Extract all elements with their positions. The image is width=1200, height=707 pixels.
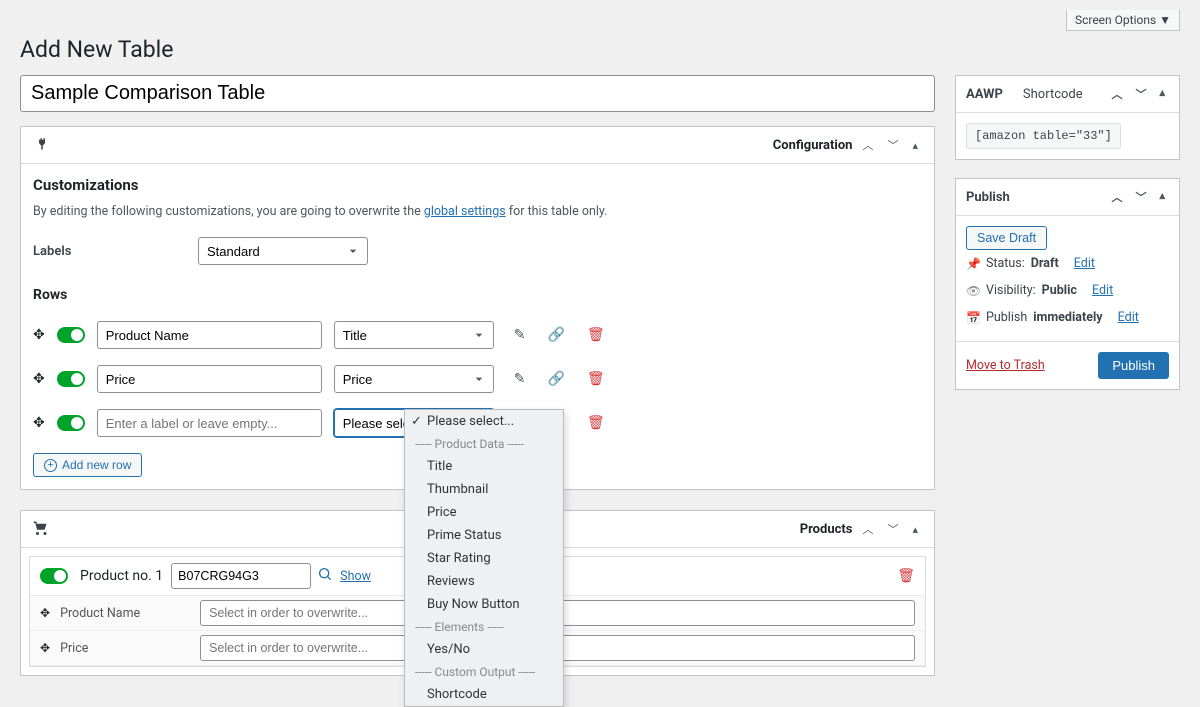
- dropdown-option[interactable]: Star Rating: [405, 547, 563, 570]
- drag-handle-icon[interactable]: ✥: [33, 327, 45, 343]
- dropdown-option[interactable]: Prime Status: [405, 524, 563, 547]
- toggle-panel-icon[interactable]: ▴: [1155, 84, 1169, 104]
- link-icon[interactable]: 🔗: [547, 371, 564, 387]
- add-row-button[interactable]: + Add new row: [33, 453, 142, 477]
- edit-status-link[interactable]: Edit: [1074, 256, 1095, 271]
- edit-schedule-link[interactable]: Edit: [1118, 310, 1139, 325]
- save-draft-button[interactable]: Save Draft: [966, 226, 1047, 250]
- table-title-input[interactable]: [20, 75, 935, 112]
- edit-visibility-link[interactable]: Edit: [1092, 283, 1113, 298]
- configuration-panel: Configuration ︿ ﹀ ▴ Customizations By ed…: [20, 126, 935, 490]
- toggle-panel-icon[interactable]: ▴: [908, 521, 922, 538]
- dropdown-option[interactable]: Buy Now Button: [405, 593, 563, 616]
- publish-panel: Publish ︿ ﹀ ▴ Save Draft 📌 Status: Draft…: [955, 178, 1180, 390]
- customizations-title: Customizations: [33, 176, 922, 194]
- dropdown-group: ----- Elements -----: [405, 616, 563, 638]
- row-toggle[interactable]: [57, 371, 85, 387]
- asin-input[interactable]: [171, 563, 311, 589]
- calendar-icon: 📅: [966, 311, 980, 325]
- drag-handle-icon[interactable]: ✥: [40, 641, 50, 655]
- chevron-up-icon[interactable]: ︿: [1107, 187, 1126, 207]
- pin-icon: 📌: [966, 257, 980, 271]
- row-toggle[interactable]: [57, 415, 85, 431]
- dropdown-option[interactable]: Title: [405, 455, 563, 478]
- trash-icon[interactable]: 🗑: [587, 415, 605, 431]
- drag-handle-icon[interactable]: ✥: [33, 371, 45, 387]
- publish-button[interactable]: Publish: [1098, 352, 1169, 379]
- chevron-down-icon[interactable]: ﹀: [883, 519, 902, 539]
- configuration-header: Configuration: [773, 138, 853, 153]
- shortcode-tab[interactable]: Shortcode: [1023, 87, 1083, 102]
- trash-icon[interactable]: 🗑: [587, 371, 605, 387]
- row-label-input[interactable]: [97, 365, 322, 393]
- row-label-input[interactable]: [97, 321, 322, 349]
- labels-select[interactable]: Standard: [198, 237, 368, 265]
- row-type-select[interactable]: Price: [334, 365, 494, 393]
- page-title: Add New Table: [20, 36, 1180, 63]
- edit-icon[interactable]: ✎: [514, 371, 526, 387]
- chevron-up-icon[interactable]: ︿: [858, 135, 877, 155]
- chevron-down-icon[interactable]: ﹀: [883, 135, 902, 155]
- row-item: ✥ Title ✎ 🔗 🗑: [33, 321, 922, 349]
- cart-icon: [33, 520, 48, 539]
- trash-icon[interactable]: 🗑: [587, 327, 605, 343]
- product-toggle[interactable]: [40, 568, 68, 584]
- dropdown-group: ----- Product Data -----: [405, 433, 563, 455]
- plus-icon: +: [44, 459, 57, 472]
- customizations-desc: By editing the following customizations,…: [33, 204, 922, 219]
- dropdown-option[interactable]: Price: [405, 501, 563, 524]
- plug-icon: [33, 136, 48, 155]
- link-icon[interactable]: 🔗: [547, 327, 564, 343]
- shortcode-display[interactable]: [amazon table="33"]: [966, 123, 1121, 149]
- chevron-up-icon[interactable]: ︿: [1107, 84, 1126, 104]
- show-link[interactable]: Show: [340, 569, 371, 584]
- row-type-select[interactable]: Title: [334, 321, 494, 349]
- row-item: ✥ Price ✎ 🔗 🗑: [33, 365, 922, 393]
- chevron-down-icon[interactable]: ﹀: [1131, 187, 1150, 207]
- search-icon[interactable]: [319, 568, 332, 585]
- drag-handle-icon[interactable]: ✥: [40, 606, 50, 620]
- screen-options-toggle[interactable]: Screen Options ▼: [1066, 10, 1180, 31]
- row-type-dropdown[interactable]: Please select... ----- Product Data ----…: [404, 409, 564, 707]
- labels-label: Labels: [33, 244, 198, 259]
- aawp-panel: AAWP Shortcode ︿ ﹀ ▴ [amazon table="33"]: [955, 75, 1180, 160]
- eye-icon: 👁: [966, 284, 980, 298]
- chevron-down-icon[interactable]: ﹀: [1131, 84, 1150, 104]
- dropdown-option[interactable]: Yes/No: [405, 638, 563, 661]
- row-label-input[interactable]: [97, 409, 322, 437]
- trash-icon[interactable]: 🗑: [897, 568, 915, 584]
- product-label: Product no. 1: [80, 568, 163, 584]
- chevron-up-icon[interactable]: ︿: [858, 519, 877, 539]
- row-toggle[interactable]: [57, 327, 85, 343]
- dropdown-option[interactable]: Please select...: [405, 410, 563, 433]
- toggle-panel-icon[interactable]: ▴: [1155, 187, 1169, 207]
- dropdown-option[interactable]: Thumbnail: [405, 478, 563, 501]
- move-to-trash-link[interactable]: Move to Trash: [966, 358, 1045, 373]
- drag-handle-icon[interactable]: ✥: [33, 415, 45, 431]
- dropdown-group: ----- Custom Output -----: [405, 661, 563, 683]
- toggle-panel-icon[interactable]: ▴: [908, 137, 922, 154]
- aawp-title: AAWP: [966, 87, 1003, 102]
- products-header: Products: [800, 522, 853, 537]
- product-field-label: Product Name: [60, 606, 190, 621]
- product-field-label: Price: [60, 641, 190, 656]
- dropdown-option[interactable]: Shortcode: [405, 683, 563, 706]
- rows-title: Rows: [33, 287, 922, 303]
- edit-icon[interactable]: ✎: [514, 327, 526, 343]
- publish-title: Publish: [966, 190, 1010, 205]
- dropdown-option[interactable]: Reviews: [405, 570, 563, 593]
- global-settings-link[interactable]: global settings: [424, 204, 506, 219]
